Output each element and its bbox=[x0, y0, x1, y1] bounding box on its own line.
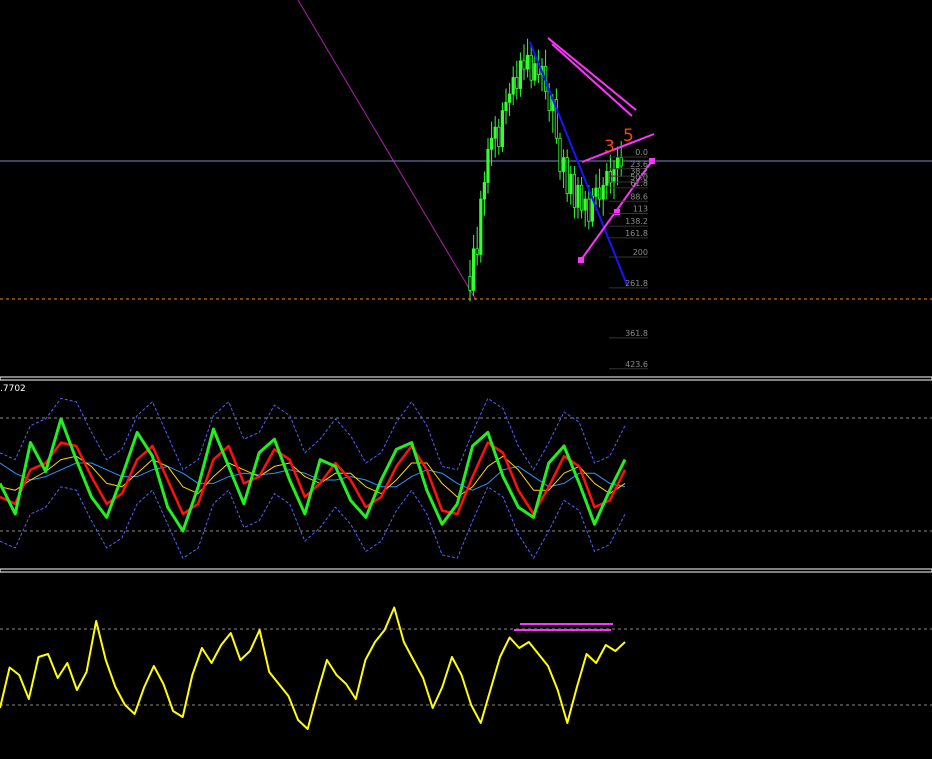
fib-level-label: 200 bbox=[633, 248, 648, 257]
candle-body bbox=[601, 184, 605, 200]
candle-body bbox=[598, 187, 602, 200]
candle-body bbox=[562, 157, 566, 172]
candle-body bbox=[511, 77, 515, 95]
wave-label-5: 5 bbox=[623, 126, 634, 146]
wave-label-3: 3 bbox=[604, 137, 615, 157]
candle-body bbox=[493, 126, 497, 139]
candle-body bbox=[482, 182, 487, 200]
candle-body bbox=[475, 248, 479, 255]
fib-level-label: 0.0 bbox=[635, 148, 648, 157]
candle-body bbox=[471, 248, 476, 291]
candle-body bbox=[522, 60, 526, 70]
candle-body bbox=[468, 276, 472, 291]
fib-level-label: 113 bbox=[633, 205, 648, 214]
candle-body bbox=[504, 101, 508, 112]
candle-body bbox=[533, 63, 537, 81]
candle-body bbox=[479, 198, 483, 255]
candle-body bbox=[486, 148, 490, 183]
candle-body bbox=[507, 93, 512, 103]
anchor-point[interactable] bbox=[614, 209, 620, 215]
candle-body bbox=[612, 168, 616, 183]
candle-body bbox=[576, 184, 580, 208]
fib-level-label: 161.8 bbox=[625, 229, 648, 238]
fib-level-label: 423.6 bbox=[625, 360, 648, 369]
fib-level-label: 138.2 bbox=[625, 217, 648, 226]
candle-body bbox=[515, 77, 519, 89]
candle-body bbox=[594, 187, 598, 197]
candle-body bbox=[526, 54, 530, 70]
candle-body bbox=[619, 157, 623, 167]
trading-chart[interactable]: 3 5 0.023.638.250.061.888.6113138.2161.8… bbox=[0, 0, 932, 759]
candle-body bbox=[583, 198, 587, 211]
candle-body bbox=[565, 157, 569, 194]
candle-body bbox=[605, 171, 609, 186]
indicator-value-label: .7702 bbox=[0, 384, 26, 394]
anchor-point[interactable] bbox=[649, 158, 655, 164]
anchor-point[interactable] bbox=[578, 257, 584, 263]
fib-level-label: 261.8 bbox=[625, 279, 648, 288]
candle-body bbox=[580, 184, 584, 211]
candle-body bbox=[558, 137, 562, 172]
candle-body bbox=[489, 137, 494, 150]
candle-body bbox=[572, 173, 577, 208]
fib-level-label: 61.8 bbox=[630, 179, 648, 188]
candle-body bbox=[587, 198, 591, 222]
candle-body bbox=[608, 171, 613, 183]
candle-body bbox=[500, 110, 505, 147]
fib-level-label: 88.6 bbox=[630, 192, 648, 201]
candle-body bbox=[497, 126, 501, 147]
candle-body bbox=[529, 54, 533, 81]
candle-body bbox=[569, 173, 573, 194]
candle-body bbox=[518, 60, 523, 89]
candle-body bbox=[616, 157, 620, 170]
fib-level-label: 361.8 bbox=[625, 329, 648, 338]
